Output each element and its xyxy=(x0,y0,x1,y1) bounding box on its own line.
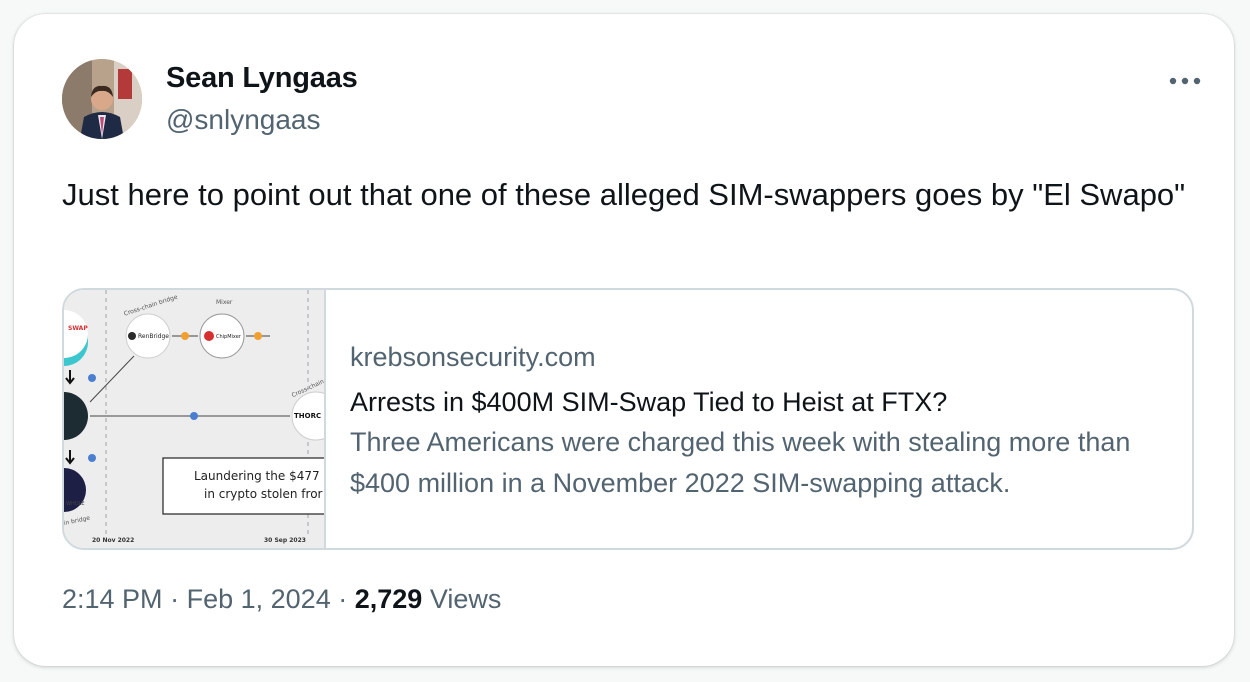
mixer-label: Mixer xyxy=(216,299,233,306)
tweet-time[interactable]: 2:14 PM xyxy=(62,584,163,614)
views-count: 2,729 xyxy=(354,584,423,614)
author-handle[interactable]: @snlyngaas xyxy=(166,104,321,136)
author-name[interactable]: Sean Lyngaas xyxy=(166,62,358,95)
avatar-photo xyxy=(62,59,142,139)
meta-separator: · xyxy=(170,584,180,614)
chipmixer-label: ChipMixer xyxy=(216,334,242,340)
wormhole-label: WHOLE xyxy=(66,501,85,507)
tweet-text: Just here to point out that one of these… xyxy=(62,177,1186,212)
laundering-line1: Laundering the $477 xyxy=(194,469,320,483)
link-headline[interactable]: Arrests in $400M SIM-Swap Tied to Heist … xyxy=(350,382,1170,422)
link-description: Three Americans were charged this week w… xyxy=(350,427,1131,498)
thorchain-label: THORC xyxy=(294,412,321,420)
swap-label: SWAP xyxy=(68,325,88,332)
date-left: 20 Nov 2022 xyxy=(92,537,134,544)
avatar[interactable] xyxy=(62,59,142,139)
renbridge-label: RenBridge xyxy=(138,333,169,340)
link-text-block[interactable]: krebsonsecurity.com Arrests in $400M SIM… xyxy=(326,290,1170,548)
tweet-meta: 2:14 PM · Feb 1, 2024 · 2,729 Views xyxy=(62,584,501,615)
more-horizontal-icon[interactable] xyxy=(1164,68,1206,94)
thumbnail-diagram: SWAP WHOLE in bridge Cross-chain bridge … xyxy=(64,290,324,548)
laundering-line2: in crypto stolen fror xyxy=(204,487,323,501)
link-preview-card[interactable]: SWAP WHOLE in bridge Cross-chain bridge … xyxy=(62,288,1194,550)
tweet-date[interactable]: Feb 1, 2024 xyxy=(187,584,331,614)
views-label: Views xyxy=(429,584,502,614)
link-thumbnail[interactable]: SWAP WHOLE in bridge Cross-chain bridge … xyxy=(64,290,326,548)
date-right: 30 Sep 2023 xyxy=(264,537,306,544)
tweet-card: Sean Lyngaas @snlyngaas Just here to poi… xyxy=(14,14,1234,666)
link-domain[interactable]: krebsonsecurity.com xyxy=(350,338,1170,376)
meta-separator-2: · xyxy=(338,584,348,614)
